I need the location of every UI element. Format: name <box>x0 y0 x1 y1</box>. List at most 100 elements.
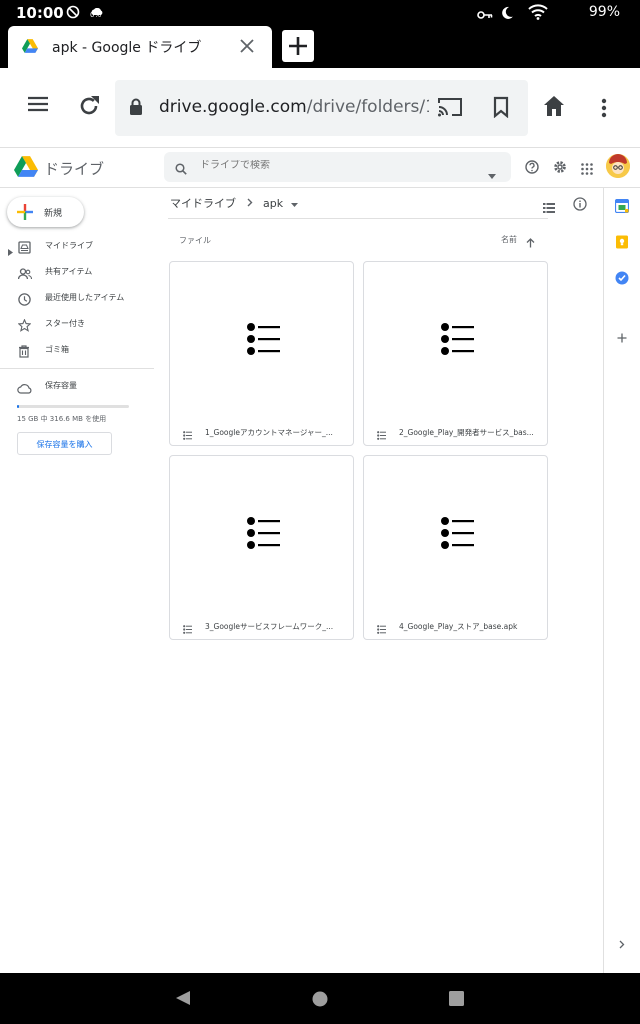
sidebar-item-my-drive[interactable]: マイドライブ <box>0 234 156 258</box>
breadcrumb-current[interactable]: apk <box>263 197 283 210</box>
file-thumbnail <box>364 456 547 611</box>
cast-icon[interactable] <box>437 96 463 122</box>
data-badge: 0% <box>90 11 102 19</box>
apps-grid-icon[interactable] <box>581 160 593 179</box>
side-panel <box>603 188 640 973</box>
settings-gear-icon[interactable] <box>553 159 567 178</box>
cloud-icon <box>17 379 32 398</box>
file-card[interactable]: 4_Google_Play_ストア_base.apk <box>363 455 548 640</box>
main-content: マイドライブ apk ファイル 名前 1_Googleアカウントマネージャー_.… <box>160 188 604 973</box>
home-circle-icon[interactable] <box>312 991 328 1011</box>
new-tab-button[interactable] <box>282 30 314 62</box>
list-icon <box>247 323 280 355</box>
file-card[interactable]: 3_Googleサービスフレームワーク_... <box>169 455 354 640</box>
home-icon[interactable] <box>543 95 565 121</box>
sidebar-item-label: マイドライブ <box>45 241 93 250</box>
keep-icon[interactable] <box>615 234 629 253</box>
info-icon[interactable] <box>573 196 587 215</box>
new-button-label: 新規 <box>44 209 63 219</box>
new-plus-icon <box>17 204 33 224</box>
expand-caret-icon[interactable] <box>8 241 13 260</box>
new-button[interactable]: 新規 <box>7 197 84 227</box>
breadcrumb-root[interactable]: マイドライブ <box>170 195 236 211</box>
bookmark-icon[interactable] <box>493 96 509 122</box>
storage-usage-text: 15 GB 中 316.6 MB を使用 <box>17 415 107 423</box>
chevron-right-icon <box>247 197 253 210</box>
storage-label: 保存容量 <box>45 381 77 390</box>
list-icon <box>441 323 474 355</box>
avatar[interactable] <box>606 154 630 178</box>
sidebar-item-label: 最近使用したアイテム <box>45 293 125 302</box>
storage-progress-fill <box>17 405 20 408</box>
file-name: 3_Googleサービスフレームワーク_... <box>205 622 334 631</box>
file-type-icon <box>377 619 386 638</box>
search-options-icon[interactable] <box>488 164 496 183</box>
drive-header: ドライブ <box>0 148 640 188</box>
sort-by-name[interactable]: 名前 <box>501 234 517 245</box>
status-time: 10:00 <box>16 4 64 22</box>
file-thumbnail <box>364 262 547 417</box>
url-bar[interactable]: drive.google.com/drive/folders/1I-_ <box>115 80 528 136</box>
moon-icon <box>500 5 514 24</box>
file-type-icon <box>183 619 192 638</box>
folder-menu-dropdown-icon[interactable] <box>290 197 298 210</box>
tab-title: apk - Google ドライブ <box>52 40 202 56</box>
sidebar: 新規 マイドライブ 共有アイテム 最近使用したアイテム スター付き ゴミ箱 保存… <box>0 188 160 973</box>
back-icon[interactable] <box>175 990 191 1010</box>
sidebar-item-label: 共有アイテム <box>45 267 93 276</box>
sidebar-item-label: スター付き <box>45 319 85 328</box>
files-section-label: ファイル <box>179 236 211 245</box>
reload-icon[interactable] <box>78 95 100 121</box>
toolbar-divider <box>168 218 548 219</box>
battery-level: 99% <box>588 4 620 20</box>
search-box[interactable] <box>164 152 511 182</box>
help-icon[interactable] <box>525 159 539 178</box>
file-card-footer: 4_Google_Play_ストア_base.apk <box>364 611 547 639</box>
tasks-icon[interactable] <box>615 270 629 289</box>
file-card-footer: 2_Google_Play_開発者サービス_bas... <box>364 417 547 445</box>
sidebar-item-label: ゴミ箱 <box>45 345 69 354</box>
system-navigation-bar <box>0 973 640 1024</box>
sidebar-item-storage[interactable]: 保存容量 <box>0 374 156 398</box>
expand-panel-chevron-icon[interactable] <box>619 934 625 953</box>
file-type-icon <box>377 425 386 444</box>
drive-logo-icon[interactable] <box>14 156 38 181</box>
storage-progress-bar <box>17 405 129 408</box>
status-bar: 10:00 0% 99% <box>0 0 640 26</box>
sidebar-item-shared[interactable]: 共有アイテム <box>0 260 156 284</box>
sidebar-item-starred[interactable]: スター付き <box>0 312 156 336</box>
recents-square-icon[interactable] <box>449 991 464 1010</box>
calendar-icon[interactable] <box>614 198 630 217</box>
screen: 10:00 0% 99% apk - Google ドライブ drive.goo… <box>0 0 640 1024</box>
plus-icon <box>289 37 307 55</box>
dnd-icon <box>66 4 80 23</box>
tab-strip: apk - Google ドライブ <box>0 26 640 68</box>
wifi-icon <box>528 4 548 24</box>
sidebar-item-trash[interactable]: ゴミ箱 <box>0 338 156 362</box>
my-drive-icon <box>18 239 31 258</box>
file-name: 2_Google_Play_開発者サービス_bas... <box>399 428 534 437</box>
lock-icon <box>129 98 143 120</box>
sort-ascending-arrow-icon[interactable] <box>526 233 535 252</box>
shared-icon <box>17 265 33 284</box>
add-addon-plus-icon[interactable] <box>617 328 627 347</box>
data-saver-icon: 0% <box>90 2 104 21</box>
file-card[interactable]: 1_Googleアカウントマネージャー_... <box>169 261 354 446</box>
url-text: drive.google.com/drive/folders/1I-_ <box>159 97 429 117</box>
browser-tab[interactable]: apk - Google ドライブ <box>8 26 272 68</box>
list-icon <box>441 517 474 549</box>
search-input[interactable] <box>200 160 460 171</box>
file-type-icon <box>183 425 192 444</box>
app-name: ドライブ <box>44 160 105 178</box>
menu-icon[interactable] <box>28 96 48 116</box>
buy-storage-button[interactable]: 保存容量を購入 <box>17 432 112 455</box>
sidebar-item-recent[interactable]: 最近使用したアイテム <box>0 286 156 310</box>
more-vert-icon[interactable] <box>601 98 607 122</box>
close-tab-icon[interactable] <box>238 37 256 59</box>
file-name: 1_Googleアカウントマネージャー_... <box>205 428 333 437</box>
file-card[interactable]: 2_Google_Play_開発者サービス_bas... <box>363 261 548 446</box>
file-card-footer: 3_Googleサービスフレームワーク_... <box>170 611 353 639</box>
list-view-icon[interactable] <box>543 198 555 217</box>
trash-icon <box>18 343 30 362</box>
star-icon <box>17 317 32 336</box>
